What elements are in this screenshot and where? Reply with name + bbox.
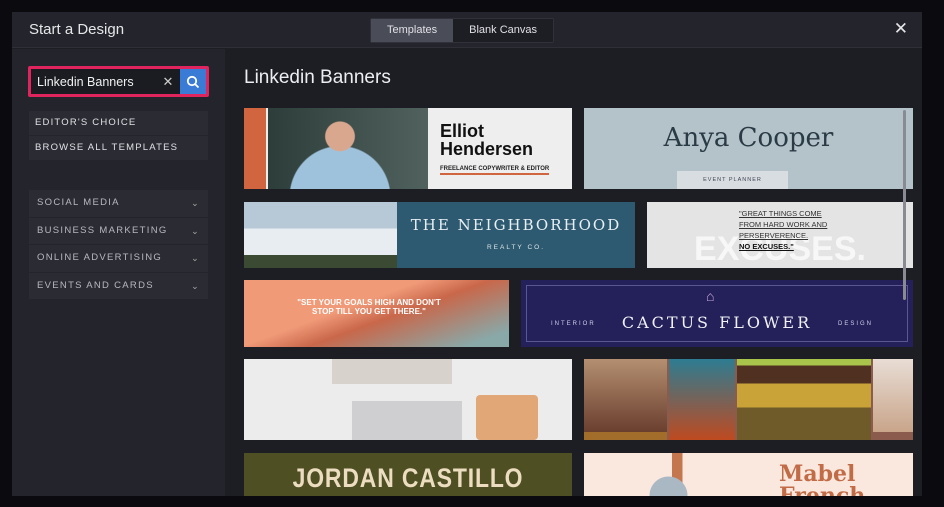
editors-choice-link[interactable]: EDITOR'S CHOICE (29, 111, 208, 135)
vendor-photo (669, 359, 735, 440)
template-no-excuses[interactable]: EXCUSES. "GREAT THINGS COME FROM HARD WO… (647, 202, 913, 268)
chevron-down-icon: ⌄ (191, 198, 200, 208)
modal-header: Start a Design Templates Blank Canvas ✕ (12, 12, 922, 48)
template-label: DESIGN (837, 321, 873, 327)
template-subtitle: EVENT PLANNER EXTRAORDINAIRE (677, 171, 788, 189)
tab-templates[interactable]: Templates (371, 19, 454, 42)
title-line: Elliot (440, 121, 484, 141)
template-subtitle: REALTY CO. (486, 244, 546, 251)
chevron-down-icon: ⌄ (191, 253, 200, 263)
close-icon[interactable]: ✕ (894, 19, 908, 39)
portrait-photo (268, 108, 428, 189)
template-anya-cooper[interactable]: Anya Cooper EVENT PLANNER EXTRAORDINAIRE (584, 108, 913, 189)
template-gallery: Linkedin Banners Elliot Hendersen FREELAN… (225, 49, 922, 496)
template-desk-workspace[interactable] (244, 359, 572, 440)
clear-search-icon[interactable]: ✕ (156, 69, 180, 94)
category-label: BUSINESS MARKETING (37, 224, 168, 236)
browse-all-templates-link[interactable]: BROWSE ALL TEMPLATES (29, 136, 208, 160)
search-button[interactable] (180, 69, 206, 94)
category-label: EVENTS AND CARDS (37, 279, 154, 291)
sidebar: ✕ EDITOR'S CHOICE BROWSE ALL TEMPLATES S… (12, 49, 225, 496)
template-title: Elliot Hendersen (440, 122, 533, 158)
template-mabel-french[interactable]: Mabel French (584, 453, 913, 496)
category-events-and-cards[interactable]: EVENTS AND CARDS ⌄ (29, 272, 208, 299)
quote-text: "GREAT THINGS COME FROM HARD WORK AND PE… (739, 209, 828, 240)
start-design-modal: Start a Design Templates Blank Canvas ✕ … (12, 12, 922, 496)
category-social-media[interactable]: SOCIAL MEDIA ⌄ (29, 190, 208, 217)
template-title: THE NEIGHBORHOOD (410, 216, 622, 234)
street-photo (584, 359, 667, 432)
quote-emphasis: NO EXCUSES." (739, 242, 794, 251)
mode-tabs: Templates Blank Canvas (370, 18, 555, 43)
results-heading: Linkedin Banners (244, 67, 391, 88)
template-travel-india[interactable] (584, 359, 913, 440)
tab-blank-canvas[interactable]: Blank Canvas (453, 19, 554, 42)
accent-stripe (244, 108, 266, 189)
template-set-your-goals[interactable]: "SET YOUR GOALS HIGH AND DON'T STOP TILL… (244, 280, 509, 347)
house-photo (244, 202, 397, 268)
category-online-advertising[interactable]: ONLINE ADVERTISING ⌄ (29, 245, 208, 272)
template-subtitle: FREELANCE COPYWRITER & EDITOR (440, 166, 550, 175)
search-input[interactable] (31, 69, 156, 94)
modal-title: Start a Design (29, 21, 125, 38)
gallery-scrollbar[interactable] (903, 110, 906, 300)
template-cactus-flower[interactable]: ⌂ INTERIOR CACTUS FLOWER DESIGN (521, 280, 913, 347)
template-title: Mabel French (779, 461, 866, 496)
category-business-marketing[interactable]: BUSINESS MARKETING ⌄ (29, 217, 208, 244)
category-list: SOCIAL MEDIA ⌄ BUSINESS MARKETING ⌄ ONLINE… (29, 190, 208, 300)
template-elliot-hendersen[interactable]: Elliot Hendersen FREELANCE COPYWRITER & E… (244, 108, 572, 189)
chevron-down-icon: ⌄ (191, 280, 200, 291)
taj-mahal-photo (873, 359, 913, 432)
desk-organizer-photo (332, 359, 452, 384)
category-label: SOCIAL MEDIA (37, 197, 120, 208)
quick-links: EDITOR'S CHOICE BROWSE ALL TEMPLATES (29, 111, 208, 161)
line-art-illustration (644, 453, 714, 496)
house-flower-icon: ⌂ (706, 288, 715, 304)
chevron-down-icon: ⌄ (191, 225, 200, 236)
category-label: ONLINE ADVERTISING (37, 252, 163, 263)
title-line: Hendersen (440, 139, 534, 159)
quote-text: "SET YOUR GOALS HIGH AND DON'T STOP TILL… (297, 298, 441, 316)
template-jordan-castillo[interactable]: JORDAN CASTILLO (244, 453, 572, 496)
search-box: ✕ (28, 66, 209, 97)
template-title: Anya Cooper (663, 123, 834, 153)
template-neighborhood-realty[interactable]: THE NEIGHBORHOOD REALTY CO. (244, 202, 635, 268)
spices-photo (737, 359, 871, 440)
search-icon (186, 75, 200, 88)
mousepad-photo (476, 395, 538, 440)
color-strip (584, 432, 667, 440)
keyboard-photo (352, 401, 462, 440)
template-title: JORDAN CASTILLO (292, 463, 524, 493)
